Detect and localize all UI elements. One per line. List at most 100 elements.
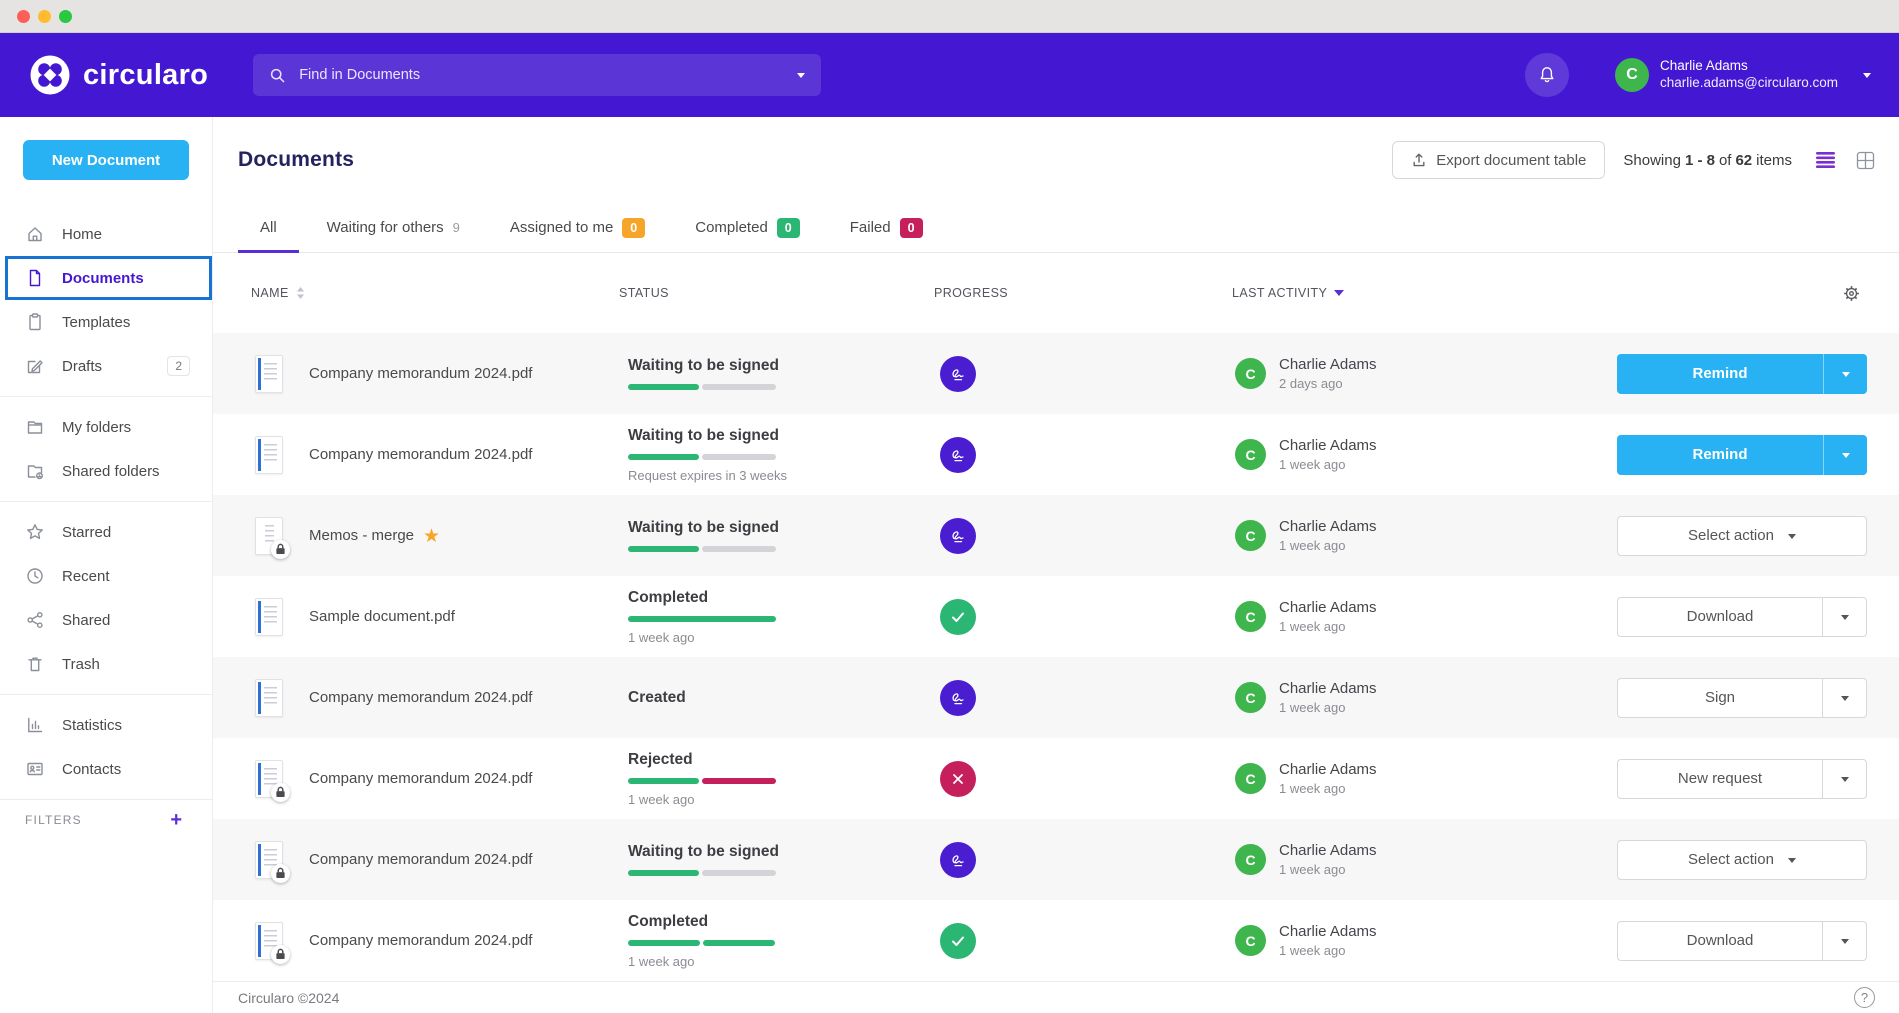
progress-bar bbox=[628, 384, 934, 390]
window-minimize-button[interactable] bbox=[38, 10, 51, 23]
help-icon[interactable]: ? bbox=[1854, 987, 1875, 1008]
document-name[interactable]: Company memorandum 2024.pdf bbox=[309, 446, 532, 463]
document-name[interactable]: Company memorandum 2024.pdf bbox=[309, 365, 532, 382]
document-thumbnail-icon bbox=[255, 355, 283, 393]
table-row[interactable]: Company memorandum 2024.pdf Waiting to be… bbox=[213, 819, 1899, 900]
star-icon[interactable]: ★ bbox=[423, 525, 440, 548]
sidebar-item-templates[interactable]: Templates bbox=[0, 300, 212, 344]
activity-time: 1 week ago bbox=[1279, 943, 1377, 958]
status-subtext: 1 week ago bbox=[628, 630, 934, 645]
person-name: Charlie Adams bbox=[1279, 761, 1377, 778]
filters-label: FILTERS bbox=[25, 813, 82, 827]
table-row[interactable]: Company memorandum 2024.pdf Waiting to be… bbox=[213, 333, 1899, 414]
sidebar-item-documents[interactable]: Documents bbox=[5, 256, 212, 300]
new-document-button[interactable]: New Document bbox=[23, 140, 189, 180]
action-dropdown-toggle[interactable] bbox=[1823, 354, 1867, 394]
document-name[interactable]: Company memorandum 2024.pdf bbox=[309, 851, 532, 868]
download-button[interactable]: Download bbox=[1617, 921, 1867, 961]
action-dropdown-toggle[interactable] bbox=[1822, 760, 1866, 798]
sidebar-item-recent[interactable]: Recent bbox=[0, 554, 212, 598]
action-dropdown-toggle[interactable] bbox=[1823, 435, 1867, 475]
status-subtext: Request expires in 3 weeks bbox=[628, 468, 934, 483]
completed-status-icon bbox=[940, 923, 976, 959]
sidebar-item-contacts[interactable]: Contacts bbox=[0, 747, 212, 791]
progress-cell bbox=[934, 437, 1232, 473]
table-row[interactable]: Company memorandum 2024.pdfWaiting to be… bbox=[213, 414, 1899, 495]
contacts-icon bbox=[25, 759, 45, 779]
sidebar-divider bbox=[0, 694, 212, 695]
templates-icon bbox=[25, 312, 45, 332]
document-name[interactable]: Company memorandum 2024.pdf bbox=[309, 689, 532, 706]
sidebar-item-drafts[interactable]: Drafts2 bbox=[0, 344, 212, 388]
document-name[interactable]: Company memorandum 2024.pdf bbox=[309, 932, 532, 949]
action-cell: Remind bbox=[1617, 354, 1875, 394]
tab-completed[interactable]: Completed0 bbox=[673, 203, 822, 252]
sign-button[interactable]: Sign bbox=[1617, 678, 1867, 718]
export-document-table-button[interactable]: Export document table bbox=[1392, 141, 1605, 179]
app-header: circularo C Charlie Adams charlie.adams@… bbox=[0, 33, 1899, 117]
table-row[interactable]: Company memorandum 2024.pdfRejected1 wee… bbox=[213, 738, 1899, 819]
table-row[interactable]: Sample document.pdfCompleted1 week agoCC… bbox=[213, 576, 1899, 657]
remind-button[interactable]: Remind bbox=[1617, 435, 1867, 475]
signature-status-icon bbox=[940, 680, 976, 716]
activity-time: 1 week ago bbox=[1279, 619, 1377, 634]
table-row[interactable]: Company memorandum 2024.pdfCompleted1 we… bbox=[213, 900, 1899, 981]
window-close-button[interactable] bbox=[17, 10, 30, 23]
document-name[interactable]: Sample document.pdf bbox=[309, 608, 455, 625]
column-header-last-activity[interactable]: LAST ACTIVITY bbox=[1232, 286, 1617, 300]
footer: Circularo ©2024 ? bbox=[213, 981, 1899, 1013]
sidebar-item-shared[interactable]: Shared bbox=[0, 598, 212, 642]
table-row[interactable]: Memos - merge★Waiting to be signedCCharl… bbox=[213, 495, 1899, 576]
action-label: Remind bbox=[1692, 365, 1747, 382]
user-menu[interactable]: C Charlie Adams charlie.adams@circularo.… bbox=[1615, 58, 1871, 92]
document-name[interactable]: Company memorandum 2024.pdf bbox=[309, 770, 532, 787]
document-name[interactable]: Memos - merge bbox=[309, 527, 414, 544]
action-dropdown-toggle[interactable] bbox=[1822, 922, 1866, 960]
tab-waiting-for-others[interactable]: Waiting for others9 bbox=[305, 203, 482, 252]
select-action-button[interactable]: Select action bbox=[1617, 516, 1867, 556]
search-scope-caret-icon[interactable] bbox=[797, 73, 805, 82]
tab-all[interactable]: All bbox=[238, 203, 299, 252]
search-icon bbox=[269, 67, 286, 84]
sidebar-item-home[interactable]: Home bbox=[0, 212, 212, 256]
global-search[interactable] bbox=[253, 54, 821, 96]
document-tabs: AllWaiting for others9Assigned to me0Com… bbox=[213, 203, 1899, 253]
table-row[interactable]: Company memorandum 2024.pdfCreatedCCharl… bbox=[213, 657, 1899, 738]
person-name: Charlie Adams bbox=[1279, 923, 1377, 940]
sidebar-item-trash[interactable]: Trash bbox=[0, 642, 212, 686]
person-avatar: C bbox=[1235, 844, 1266, 875]
notifications-button[interactable] bbox=[1525, 53, 1569, 97]
action-dropdown-toggle[interactable] bbox=[1822, 598, 1866, 636]
list-view-icon[interactable] bbox=[1816, 152, 1836, 168]
document-thumbnail-icon bbox=[255, 922, 283, 960]
column-header-name[interactable]: NAME bbox=[238, 286, 619, 300]
grid-view-icon[interactable] bbox=[1856, 151, 1875, 170]
new-request-button[interactable]: New request bbox=[1617, 759, 1867, 799]
chevron-down-icon bbox=[1841, 696, 1849, 705]
add-filter-button[interactable]: + bbox=[170, 810, 182, 830]
tab-failed[interactable]: Failed0 bbox=[828, 203, 945, 252]
status-cell: Waiting to be signed bbox=[619, 843, 934, 876]
tab-assigned-to-me[interactable]: Assigned to me0 bbox=[488, 203, 667, 252]
person-avatar: C bbox=[1235, 925, 1266, 956]
table-settings-button[interactable] bbox=[1617, 284, 1875, 303]
chevron-down-icon bbox=[1842, 372, 1850, 381]
search-input[interactable] bbox=[297, 66, 786, 84]
download-button[interactable]: Download bbox=[1617, 597, 1867, 637]
sidebar-item-shared-folders[interactable]: Shared folders bbox=[0, 449, 212, 493]
chevron-down-icon bbox=[1841, 777, 1849, 786]
sidebar-item-my-folders[interactable]: My folders bbox=[0, 405, 212, 449]
document-name-cell: Company memorandum 2024.pdf bbox=[238, 841, 619, 879]
window-zoom-button[interactable] bbox=[59, 10, 72, 23]
remind-button[interactable]: Remind bbox=[1617, 354, 1867, 394]
sidebar-item-starred[interactable]: Starred bbox=[0, 510, 212, 554]
progress-bar bbox=[628, 454, 934, 460]
status-cell: Waiting to be signed bbox=[619, 357, 934, 390]
brand-logo[interactable]: circularo bbox=[30, 55, 208, 95]
sidebar-item-statistics[interactable]: Statistics bbox=[0, 703, 212, 747]
action-dropdown-toggle[interactable] bbox=[1822, 679, 1866, 717]
completed-status-icon bbox=[940, 599, 976, 635]
chevron-down-icon bbox=[1788, 534, 1796, 543]
select-action-button[interactable]: Select action bbox=[1617, 840, 1867, 880]
person-name: Charlie Adams bbox=[1279, 518, 1377, 535]
